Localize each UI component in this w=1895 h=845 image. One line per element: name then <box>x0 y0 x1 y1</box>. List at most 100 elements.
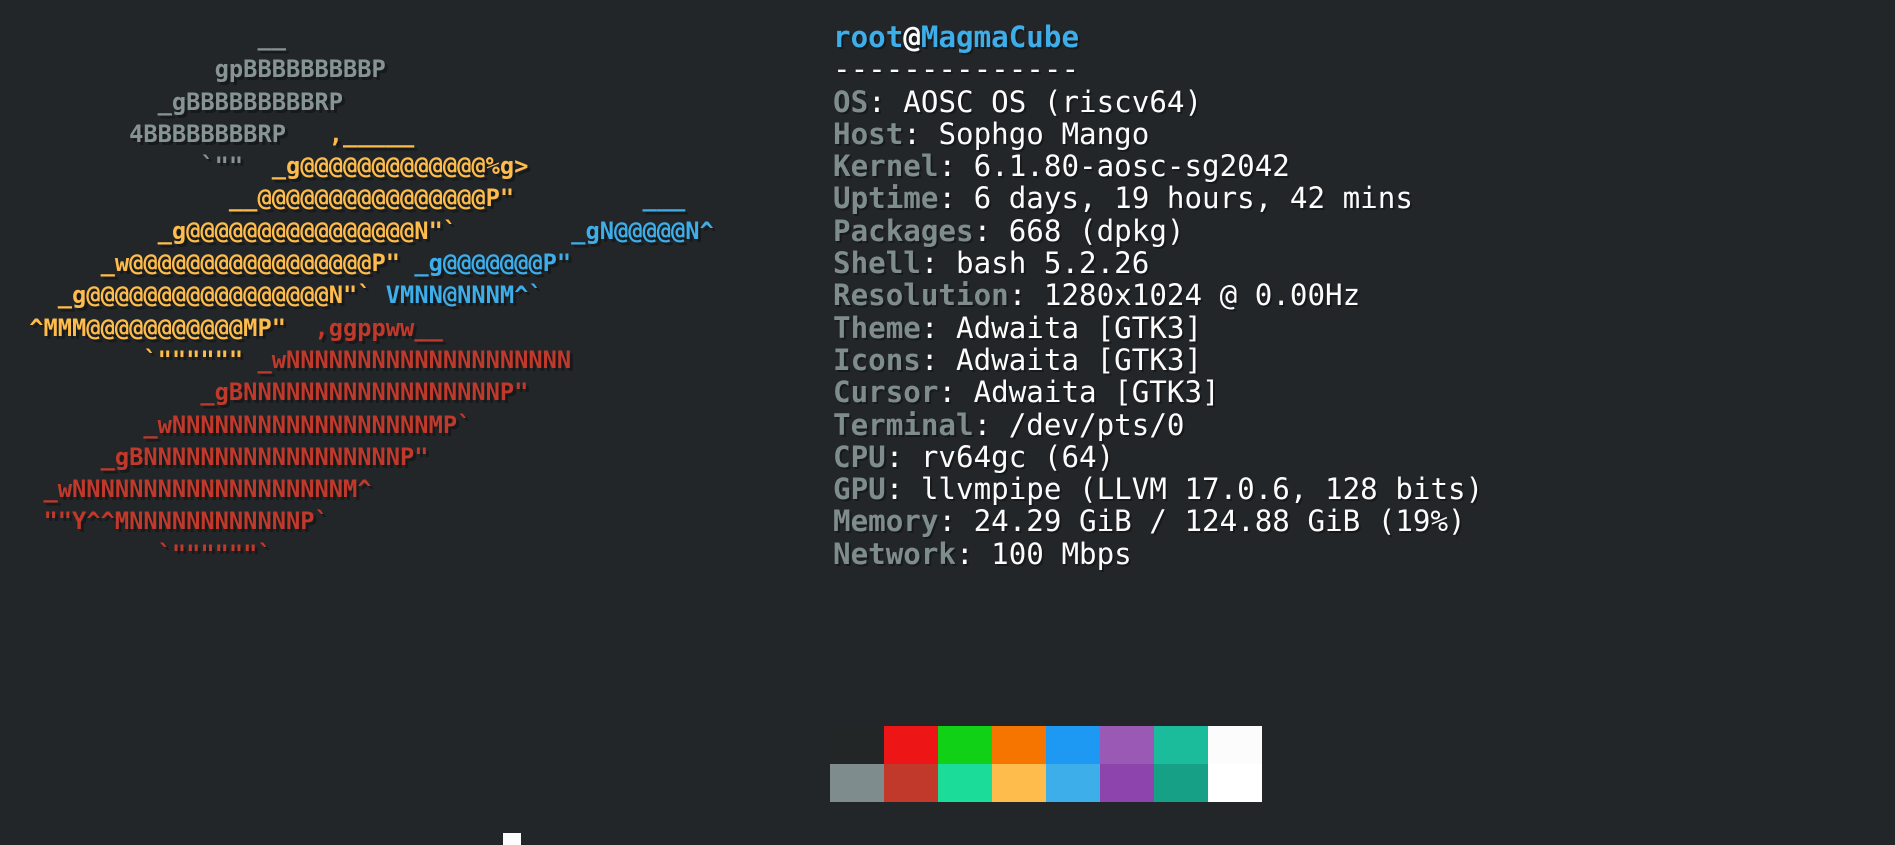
palette-swatch <box>1100 764 1154 802</box>
palette-swatch <box>1208 726 1262 764</box>
art-line: `"" _g@@@@@@@@@@@@@%g> <box>15 150 714 182</box>
info-value: : bash 5.2.26 <box>921 246 1149 280</box>
palette-swatch <box>884 726 938 764</box>
info-line: Host: Sophgo Mango <box>833 118 1483 150</box>
palette-swatch <box>992 764 1046 802</box>
art-line: 4BBBBBBBBRP ,_____ <box>15 118 714 150</box>
info-label: Theme <box>833 311 921 345</box>
info-line: Memory: 24.29 GiB / 124.88 GiB (19%) <box>833 505 1483 537</box>
info-label: CPU <box>833 440 886 474</box>
info-value: : Sophgo Mango <box>903 117 1149 151</box>
info-line: Resolution: 1280x1024 @ 0.00Hz <box>833 279 1483 311</box>
info-line: Network: 100 Mbps <box>833 538 1483 570</box>
color-palette <box>830 726 1262 802</box>
art-segment-grey: `"" <box>15 152 243 180</box>
info-value: : 24.29 GiB / 124.88 GiB (19%) <box>938 504 1465 538</box>
art-segment-blue: VMNN@NNNM^` <box>372 281 543 309</box>
art-segment-orange: _g@@@@@@@@@@@@@@@@@N"` <box>15 281 372 309</box>
info-label: Icons <box>833 343 921 377</box>
info-label: OS <box>833 85 868 119</box>
art-segment-red: _wNNNNNNNNNNNNNNNNNNNM^ <box>15 475 372 503</box>
palette-swatch <box>830 764 884 802</box>
art-segment-orange: __@@@@@@@@@@@@@@@@P" <box>15 184 514 212</box>
terminal-cursor <box>503 833 521 845</box>
info-line: CPU: rv64gc (64) <box>833 441 1483 473</box>
palette-row-bright <box>830 764 1262 802</box>
info-value: : AOSC OS (riscv64) <box>868 85 1202 119</box>
info-value: : /dev/pts/0 <box>974 408 1185 442</box>
art-segment-orange: _g@@@@@@@@@@@@@@@@N"` <box>15 217 457 245</box>
info-line: OS: AOSC OS (riscv64) <box>833 86 1483 118</box>
info-line: Icons: Adwaita [GTK3] <box>833 344 1483 376</box>
art-segment-grey: gpBBBBBBBBBP <box>15 55 386 83</box>
info-value: : Adwaita [GTK3] <box>938 375 1219 409</box>
info-value: : 668 (dpkg) <box>974 214 1185 248</box>
info-line: Packages: 668 (dpkg) <box>833 215 1483 247</box>
palette-swatch <box>1154 726 1208 764</box>
art-segment-blue: ___ <box>514 184 685 212</box>
art-segment-orange: _w@@@@@@@@@@@@@@@@@P" <box>15 249 400 277</box>
info-line: Terminal: /dev/pts/0 <box>833 409 1483 441</box>
info-value: : 1280x1024 @ 0.00Hz <box>1009 278 1360 312</box>
info-line: Kernel: 6.1.80-aosc-sg2042 <box>833 150 1483 182</box>
art-line: _gBBBBBBBBBRP <box>15 86 714 118</box>
palette-swatch <box>1046 726 1100 764</box>
info-label: Network <box>833 537 956 571</box>
info-value: : 6.1.80-aosc-sg2042 <box>938 149 1289 183</box>
info-label: Cursor <box>833 375 938 409</box>
art-line: `"""""" _wNNNNNNNNNNNNNNNNNNNN <box>15 344 714 376</box>
info-line: Theme: Adwaita [GTK3] <box>833 312 1483 344</box>
art-segment-orange: _g@@@@@@@@@@@@@%g> <box>243 152 528 180</box>
info-label: Memory <box>833 504 938 538</box>
art-segment-red: _gBNNNNNNNNNNNNNNNNNNP" <box>15 443 429 471</box>
art-segment-red: _wNNNNNNNNNNNNNNNNNNMP` <box>15 411 471 439</box>
palette-swatch <box>992 726 1046 764</box>
art-line: _g@@@@@@@@@@@@@@@@N"` _gN@@@@@N^ <box>15 215 714 247</box>
art-segment-red: `""""""` <box>15 540 272 568</box>
info-label: Kernel <box>833 149 938 183</box>
info-value: : llvmpipe (LLVM 17.0.6, 128 bits) <box>886 472 1483 506</box>
info-label: GPU <box>833 472 886 506</box>
palette-swatch <box>1046 764 1100 802</box>
palette-swatch <box>830 726 884 764</box>
title-at-sign: @ <box>903 20 921 54</box>
palette-swatch <box>884 764 938 802</box>
art-segment-grey: _gBBBBBBBBBRP <box>15 88 343 116</box>
title-host: MagmaCube <box>921 20 1079 54</box>
info-label: Uptime <box>833 181 938 215</box>
info-label: Shell <box>833 246 921 280</box>
info-line: Shell: bash 5.2.26 <box>833 247 1483 279</box>
art-segment-grey: 4BBBBBBBBRP <box>15 120 286 148</box>
art-segment-orange: `"""""" <box>15 346 243 374</box>
art-line: _g@@@@@@@@@@@@@@@@@N"` VMNN@NNNM^` <box>15 279 714 311</box>
art-segment-red: _gBNNNNNNNNNNNNNNNNNNP" <box>15 378 528 406</box>
art-line: _wNNNNNNNNNNNNNNNNNNNM^ <box>15 473 714 505</box>
info-line: Cursor: Adwaita [GTK3] <box>833 376 1483 408</box>
art-segment-red: ,ggppww__ <box>286 314 443 342</box>
info-label: Terminal <box>833 408 974 442</box>
terminal-screen: __ gpBBBBBBBBBP _gBBBBBBBBBRP 4BBBBBBBBR… <box>0 0 1895 845</box>
info-value: : rv64gc (64) <box>886 440 1114 474</box>
art-segment-blue: _g@@@@@@@P" <box>400 249 571 277</box>
art-line: _w@@@@@@@@@@@@@@@@@P" _g@@@@@@@P" <box>15 247 714 279</box>
palette-row-normal <box>830 726 1262 764</box>
art-segment-red: _wNNNNNNNNNNNNNNNNNNNN <box>243 346 571 374</box>
art-line: ""Y^^MNNNNNNNNNNNNP` <box>15 505 714 537</box>
info-value: : 100 Mbps <box>956 537 1132 571</box>
art-line: __@@@@@@@@@@@@@@@@P" ___ <box>15 182 714 214</box>
art-line: _gBNNNNNNNNNNNNNNNNNNP" <box>15 441 714 473</box>
art-line: `""""""` <box>15 538 714 570</box>
art-line: __ <box>15 21 714 53</box>
info-value: : Adwaita [GTK3] <box>921 343 1202 377</box>
info-label: Resolution <box>833 278 1009 312</box>
art-segment-blue: _gN@@@@@N^ <box>457 217 714 245</box>
palette-swatch <box>1100 726 1154 764</box>
art-line: _wNNNNNNNNNNNNNNNNNNMP` <box>15 409 714 441</box>
info-value: : Adwaita [GTK3] <box>921 311 1202 345</box>
art-line: gpBBBBBBBBBP <box>15 53 714 85</box>
info-line: GPU: llvmpipe (LLVM 17.0.6, 128 bits) <box>833 473 1483 505</box>
info-title: root@MagmaCube <box>833 20 1079 54</box>
info-value: : 6 days, 19 hours, 42 mins <box>938 181 1412 215</box>
art-line: ^MMM@@@@@@@@@@@MP" ,ggppww__ <box>15 312 714 344</box>
palette-swatch <box>938 764 992 802</box>
